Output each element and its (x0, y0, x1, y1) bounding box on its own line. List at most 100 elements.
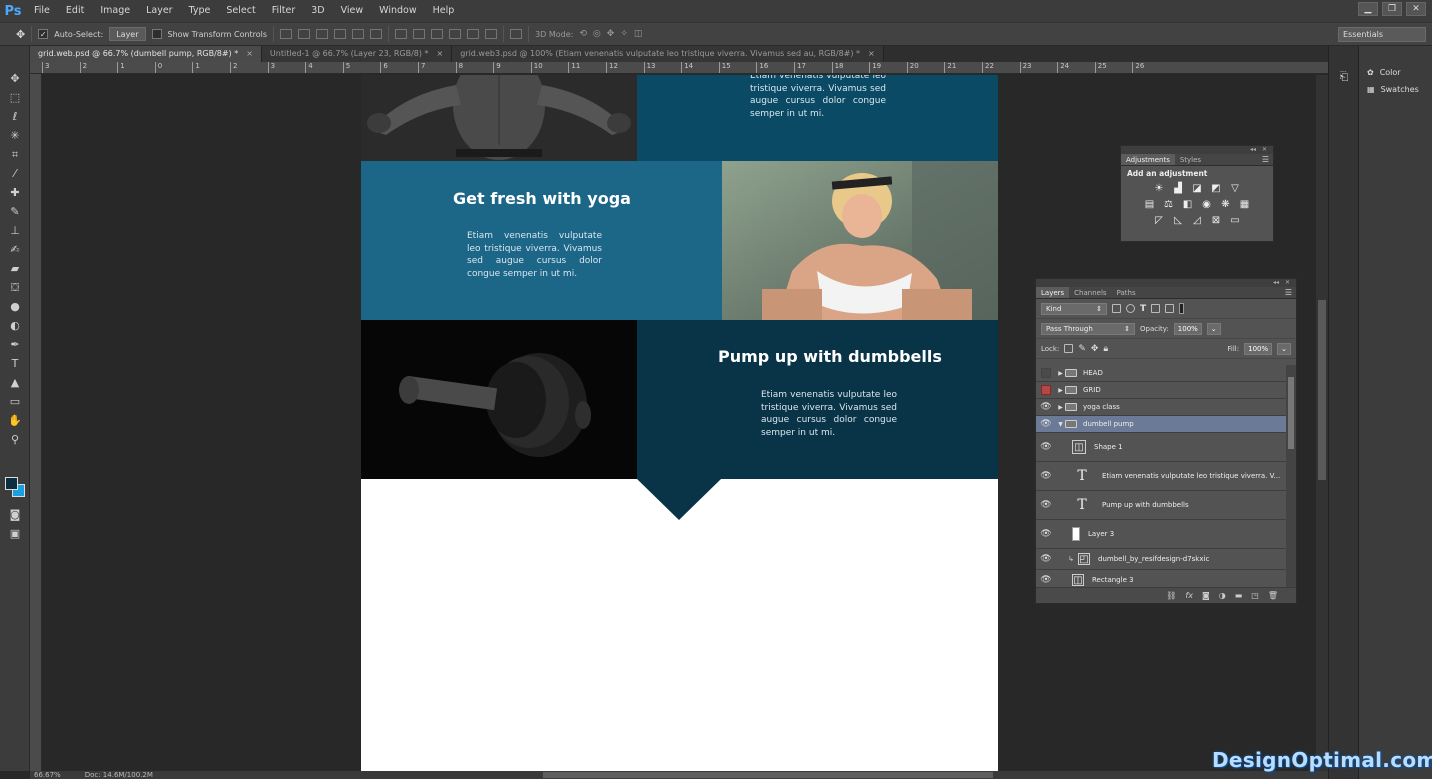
3d-drag-icon[interactable]: ✥ (607, 29, 615, 39)
trash-icon[interactable]: 🗑︎ (1268, 591, 1278, 600)
distribute-hcenter-icon[interactable] (467, 29, 480, 39)
menu-edit[interactable]: Edit (58, 0, 92, 22)
align-hcenter-icon[interactable] (352, 29, 365, 39)
gradient-map-icon[interactable]: ▭ (1229, 215, 1241, 226)
color-lookup-icon[interactable]: ▦ (1239, 199, 1251, 210)
expand-arrow-icon[interactable]: ▶ (1056, 370, 1065, 377)
healing-brush-icon[interactable]: ✚ (6, 184, 24, 201)
close-button[interactable]: ✕ (1406, 2, 1426, 16)
layer-row[interactable]: 👁︎ ↳ ◰ dumbell_by_resifdesign-d7skxic (1036, 549, 1286, 570)
screen-mode-icon[interactable]: ▣ (6, 525, 24, 542)
distribute-top-icon[interactable] (395, 29, 408, 39)
fill-field[interactable]: 100% (1244, 342, 1273, 355)
curves-icon[interactable]: ◪ (1191, 183, 1203, 194)
3d-slide-icon[interactable]: ✧ (620, 29, 628, 39)
foreground-color-swatch[interactable] (5, 477, 18, 490)
invert-icon[interactable]: ◸ (1153, 215, 1165, 226)
crop-tool-icon[interactable]: ⌗ (6, 146, 24, 163)
eye-icon[interactable]: 👁︎ (1036, 500, 1056, 510)
close-tab-icon[interactable]: × (437, 49, 444, 58)
move-tool-icon[interactable]: ✥ (6, 70, 24, 87)
blur-tool-icon[interactable]: ● (6, 298, 24, 315)
exposure-icon[interactable]: ◩ (1210, 183, 1222, 194)
layer-row[interactable]: ▶ HEAD (1036, 365, 1286, 382)
menu-type[interactable]: Type (181, 0, 219, 22)
selective-color-icon[interactable]: ⊠ (1210, 215, 1222, 226)
layer-row[interactable]: 👁︎ ▶ yoga class (1036, 399, 1286, 416)
history-panel-icon[interactable]: ⎗ (1335, 68, 1353, 85)
eye-icon[interactable]: 👁︎ (1036, 529, 1056, 539)
eye-icon[interactable]: 👁︎ (1036, 402, 1056, 412)
menu-window[interactable]: Window (371, 0, 424, 22)
auto-select-dropdown[interactable]: Layer (109, 27, 146, 41)
fx-icon[interactable]: fx (1185, 591, 1193, 600)
align-top-icon[interactable] (280, 29, 293, 39)
eye-icon[interactable]: 👁︎ (1036, 442, 1056, 452)
eye-icon[interactable]: 👁︎ (1036, 419, 1056, 429)
doc-tab[interactable]: Untitled-1 @ 66.7% (Layer 23, RGB/8) * × (261, 46, 453, 62)
menu-filter[interactable]: Filter (264, 0, 304, 22)
expand-arrow-icon[interactable]: ▶ (1056, 387, 1065, 394)
collapse-icon[interactable]: ◂◂ (1250, 146, 1256, 154)
eye-icon[interactable]: 👁︎ (1036, 554, 1056, 564)
eraser-icon[interactable]: ▰ (6, 260, 24, 277)
levels-icon[interactable]: ▟ (1172, 183, 1184, 194)
blend-mode-select[interactable]: Pass Through ⇕ (1041, 322, 1135, 335)
photo-filter-icon[interactable]: ◉ (1201, 199, 1213, 210)
filter-pixel-icon[interactable] (1112, 304, 1121, 313)
expand-arrow-icon[interactable]: ▶ (1056, 404, 1065, 411)
new-adjustment-icon[interactable]: ◑ (1219, 591, 1226, 600)
minimize-button[interactable]: ▁ (1358, 2, 1378, 16)
layer-row[interactable]: 👁︎ ◫ Shape 1 (1036, 433, 1286, 462)
layers-scrollbar[interactable] (1286, 365, 1296, 587)
opacity-dropdown[interactable]: ⌄ (1206, 322, 1221, 335)
distribute-left-icon[interactable] (449, 29, 462, 39)
tab-channels[interactable]: Channels (1069, 287, 1111, 298)
add-mask-icon[interactable]: ◙ (1202, 591, 1210, 600)
filter-toggle-icon[interactable] (1179, 303, 1185, 314)
menu-image[interactable]: Image (92, 0, 138, 22)
layer-row[interactable]: 👁︎ Layer 3 (1036, 520, 1286, 549)
tab-paths[interactable]: Paths (1112, 287, 1141, 298)
filter-adjustment-icon[interactable] (1126, 304, 1135, 313)
doc-tab[interactable]: grid.web3.psd @ 100% (Etiam venenatis vu… (452, 46, 884, 62)
distribute-bottom-icon[interactable] (431, 29, 444, 39)
brightness-icon[interactable]: ☀ (1153, 183, 1165, 194)
hand-tool-icon[interactable]: ✋ (6, 412, 24, 429)
type-tool-icon[interactable]: T (6, 355, 24, 372)
distribute-right-icon[interactable] (485, 29, 498, 39)
visibility-toggle[interactable] (1041, 368, 1051, 378)
fill-dropdown[interactable]: ⌄ (1277, 342, 1291, 355)
scroll-thumb[interactable] (1318, 300, 1326, 480)
3d-scale-icon[interactable]: ◫ (634, 29, 643, 39)
lock-image-icon[interactable]: ✎ (1078, 344, 1086, 354)
panel-menu-icon[interactable]: ☰ (1285, 287, 1296, 298)
align-right-icon[interactable] (370, 29, 383, 39)
marquee-tool-icon[interactable]: ⬚ (6, 89, 24, 106)
layer-row[interactable]: 👁︎ ◫ Rectangle 3 (1036, 570, 1286, 587)
transform-controls-checkbox[interactable] (151, 29, 162, 39)
3d-roll-icon[interactable]: ◎ (593, 29, 601, 39)
dodge-tool-icon[interactable]: ◐ (6, 317, 24, 334)
doc-tab[interactable]: grid.web.psd @ 66.7% (dumbell pump, RGB/… (30, 46, 262, 62)
lasso-tool-icon[interactable]: ℓ (6, 108, 24, 125)
layer-row[interactable]: ▶ GRID (1036, 382, 1286, 399)
eye-icon[interactable]: 👁︎ (1036, 471, 1056, 481)
new-layer-icon[interactable]: ◳ (1251, 591, 1259, 600)
lock-all-icon[interactable]: 🔒︎ (1103, 344, 1108, 354)
align-bottom-icon[interactable] (316, 29, 329, 39)
threshold-icon[interactable]: ◿ (1191, 215, 1203, 226)
history-brush-icon[interactable]: ✍ (6, 241, 24, 258)
auto-align-icon[interactable] (510, 29, 523, 39)
posterize-icon[interactable]: ◺ (1172, 215, 1184, 226)
close-panel-icon[interactable]: ✕ (1285, 279, 1290, 287)
layer-row[interactable]: 👁︎ ▼ dumbell pump (1036, 416, 1286, 433)
filter-kind-select[interactable]: Kind ⇕ (1041, 302, 1107, 315)
menu-view[interactable]: View (333, 0, 372, 22)
dock-color[interactable]: ✿ Color (1359, 64, 1432, 81)
align-left-icon[interactable] (334, 29, 347, 39)
channel-mixer-icon[interactable]: ❋ (1220, 199, 1232, 210)
scroll-thumb[interactable] (1288, 377, 1294, 449)
layer-row[interactable]: 👁︎ T Etiam venenatis vulputate leo trist… (1036, 462, 1286, 491)
menu-file[interactable]: File (26, 0, 58, 22)
